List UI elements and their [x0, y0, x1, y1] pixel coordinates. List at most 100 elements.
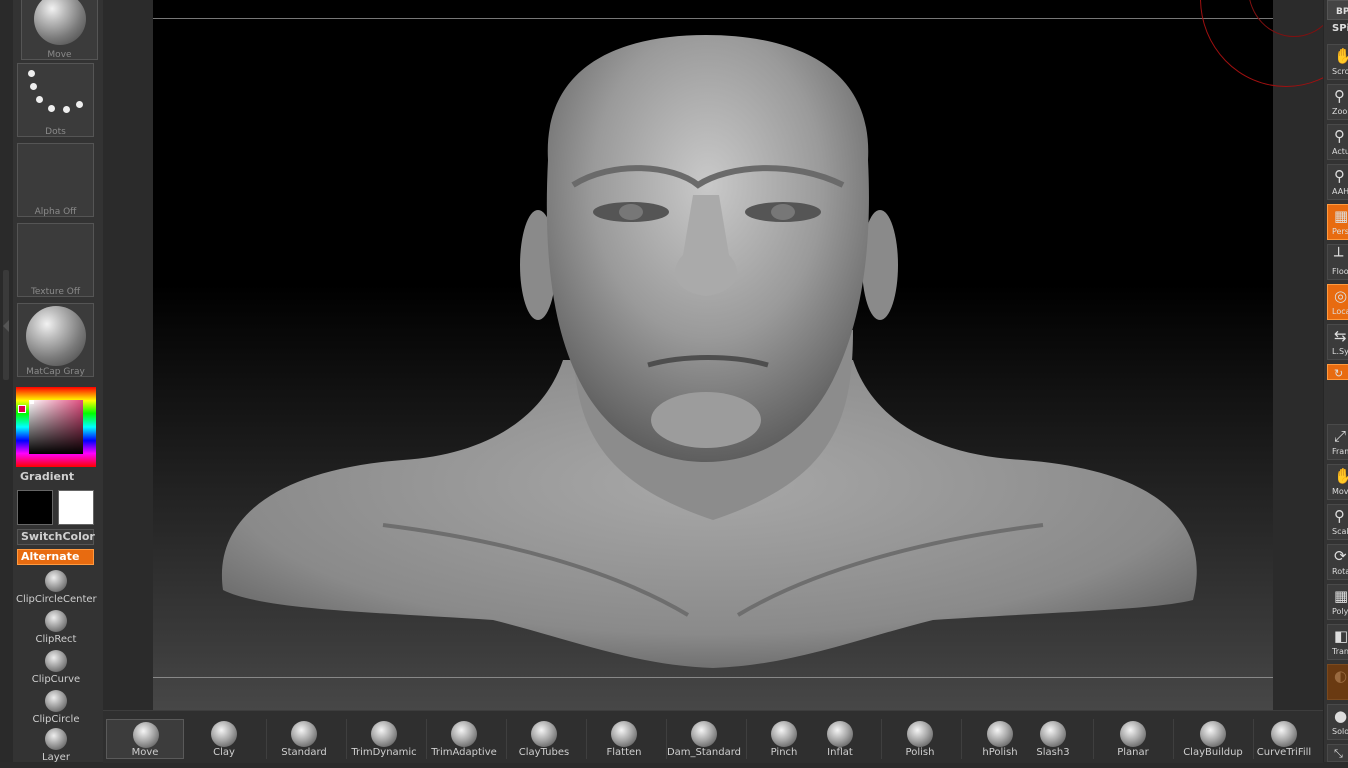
button-label: Solo: [1332, 727, 1348, 736]
canvas-viewport[interactable]: [153, 0, 1273, 710]
collapse-arrow-icon[interactable]: [3, 320, 9, 332]
clip-circle-icon: [45, 690, 67, 712]
saturation-marker[interactable]: [30, 400, 34, 404]
brush-claytubes[interactable]: ClayTubes: [505, 711, 583, 763]
clip-circle-tool[interactable]: ClipCircle: [16, 690, 96, 730]
clip-rect-icon: [45, 610, 67, 632]
switch-color-button[interactable]: SwitchColor: [17, 529, 95, 545]
clip-curve-tool[interactable]: ClipCurve: [16, 650, 96, 690]
button-label: Transp: [1332, 647, 1348, 656]
dot-icon: [30, 83, 37, 90]
frame-button[interactable]: ⤢ Frame: [1327, 424, 1348, 460]
gradient-label[interactable]: Gradient: [20, 470, 74, 483]
frame-icon: ⤢: [1334, 427, 1347, 445]
clip-rect-tool[interactable]: ClipRect: [16, 610, 96, 650]
material-thumbnail[interactable]: MatCap Gray: [17, 303, 94, 377]
button-label: L.Sym: [1332, 347, 1348, 356]
brush-label: Slash3: [1036, 747, 1070, 758]
xyz-button[interactable]: ↻: [1327, 364, 1348, 380]
brush-label: ClayTubes: [518, 747, 570, 758]
brush-label: Polish: [905, 747, 935, 758]
bpr-button[interactable]: BPR: [1327, 0, 1348, 20]
brush-thumbnail[interactable]: Move: [21, 0, 98, 60]
clip-circle-center-tool[interactable]: ClipCircleCenter: [16, 570, 97, 610]
color-picker[interactable]: [16, 387, 96, 467]
brush-flatten[interactable]: Flatten: [585, 711, 663, 763]
brush-icon: [1200, 721, 1226, 747]
brush-polish[interactable]: Polish: [881, 711, 959, 763]
brush-icon: [291, 721, 317, 747]
clip-tool-label: Layer: [42, 752, 70, 763]
brush-label: Move: [131, 747, 159, 758]
stroke-thumbnail[interactable]: Dots: [17, 63, 94, 137]
hue-marker[interactable]: [18, 405, 26, 413]
alpha-thumbnail[interactable]: Alpha Off: [17, 143, 94, 217]
spix-label[interactable]: SPi: [1332, 23, 1348, 34]
button-label: Zoom: [1332, 107, 1348, 116]
brush-dam-standard[interactable]: Dam_Standard: [665, 711, 743, 763]
ghost-button[interactable]: ◐: [1327, 664, 1348, 700]
brush-trimadaptive[interactable]: TrimAdaptive: [425, 711, 503, 763]
brush-label: Standard: [281, 747, 327, 758]
floor-button[interactable]: ┴ Floor: [1327, 244, 1348, 280]
zoom-button[interactable]: ⚲ Zoom: [1327, 84, 1348, 120]
sculpt-bust-model: [221, 35, 1197, 668]
brush-label: ClayBuildup: [1183, 747, 1243, 758]
lsym-button[interactable]: ⇆ L.Sym: [1327, 324, 1348, 360]
brush-icon: [771, 721, 797, 747]
brush-move[interactable]: Move: [106, 719, 184, 759]
persp-button[interactable]: ▦ Persp: [1327, 204, 1348, 240]
matcap-sphere-icon: [26, 306, 86, 366]
solo-button[interactable]: ● Solo: [1327, 704, 1348, 740]
button-label: Move: [1332, 487, 1348, 496]
brush-curvetrifill[interactable]: CurveTriFill: [1245, 711, 1323, 763]
brush-clay[interactable]: Clay: [185, 711, 263, 763]
xpose-button[interactable]: ⤡: [1327, 744, 1348, 762]
clip-curve-icon: [45, 650, 67, 672]
brush-standard[interactable]: Standard: [265, 711, 343, 763]
clip-tool-label: ClipCircle: [32, 714, 80, 725]
brush-trimdynamic[interactable]: TrimDynamic: [345, 711, 423, 763]
scroll-button[interactable]: ✋ Scroll: [1327, 44, 1348, 80]
brush-label: Planar: [1117, 747, 1149, 758]
texture-thumbnail[interactable]: Texture Off: [17, 223, 94, 297]
dot-icon: [28, 70, 35, 77]
local-icon: ◎: [1334, 287, 1348, 305]
brush-icon: [531, 721, 557, 747]
aahalf-button[interactable]: ⚲ AAHalf: [1327, 164, 1348, 200]
brush-icon: [211, 721, 237, 747]
tray-edge[interactable]: [0, 0, 13, 762]
magnifier-icon: ⚲: [1334, 507, 1345, 525]
left-tray: Move Dots Alpha Off Texture Off MatCap G…: [0, 0, 103, 763]
texture-label: Texture Off: [30, 287, 81, 297]
brush-icon: [371, 721, 397, 747]
canvas-floor-line: [153, 677, 1273, 678]
magnifier-icon: ⚲: [1334, 87, 1345, 105]
move-view-button[interactable]: ✋ Move: [1327, 464, 1348, 500]
dot-icon: [63, 106, 70, 113]
local-button[interactable]: ◎ Local: [1327, 284, 1348, 320]
dot-icon: [76, 101, 83, 108]
secondary-color-swatch[interactable]: [58, 490, 94, 525]
brush-inflat[interactable]: Inflat: [801, 711, 879, 763]
polyframe-icon: ▦: [1334, 587, 1348, 605]
actual-button[interactable]: ⚲ Actual: [1327, 124, 1348, 160]
transp-button[interactable]: ◧ Transp: [1327, 624, 1348, 660]
ghost-icon: ◐: [1334, 667, 1348, 685]
brush-claybuildup[interactable]: ClayBuildup: [1174, 711, 1252, 763]
layer-brush-icon: [45, 728, 67, 750]
alternate-button[interactable]: Alternate: [17, 549, 94, 565]
layer-tool[interactable]: Layer: [16, 728, 96, 768]
main-color-swatch[interactable]: [17, 490, 53, 525]
color-square[interactable]: [29, 400, 83, 454]
brush-label: TrimAdaptive: [431, 747, 497, 758]
brush-icon: [691, 721, 717, 747]
rotate-icon: ⟳: [1334, 547, 1347, 565]
brush-planar[interactable]: Planar: [1094, 711, 1172, 763]
rotate-view-button[interactable]: ⟳ Rotate: [1327, 544, 1348, 580]
brush-slash3[interactable]: Slash3: [1014, 711, 1092, 763]
brush-label: Dam_Standard: [666, 747, 742, 758]
hand-icon: ✋: [1334, 468, 1348, 484]
scale-view-button[interactable]: ⚲ Scale: [1327, 504, 1348, 540]
polyf-button[interactable]: ▦ PolyF: [1327, 584, 1348, 620]
